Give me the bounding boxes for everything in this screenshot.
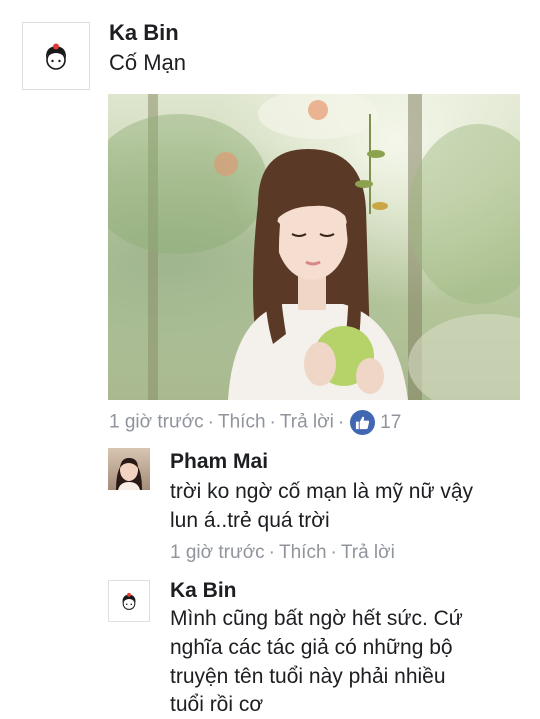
comment-author[interactable]: Ka Bin	[109, 20, 179, 46]
commenter-avatar[interactable]	[22, 22, 90, 90]
reply1-meta: 1 giờ trước · Thích · Trả lời	[170, 542, 395, 563]
reply1-author[interactable]: Pham Mai	[170, 450, 268, 474]
reply2-text-line2: nghĩa các tác giả có những bộ	[170, 636, 453, 659]
reply-avatar-pham-mai[interactable]	[108, 448, 150, 490]
reaction-count[interactable]: 17	[380, 412, 401, 433]
comment-text: Cố Mạn	[109, 50, 187, 75]
reply1-time[interactable]: 1 giờ trước	[170, 542, 265, 563]
comment-photo[interactable]	[108, 94, 520, 400]
comment-meta: 1 giờ trước · Thích · Trả lời · 17	[109, 408, 401, 437]
thumbs-up-icon	[356, 416, 370, 430]
reply2-author[interactable]: Ka Bin	[170, 579, 237, 603]
comment-time[interactable]: 1 giờ trước	[109, 412, 204, 433]
reply1-reply-button[interactable]: Trả lời	[341, 542, 395, 563]
reply-avatar-ka-bin[interactable]	[108, 580, 150, 622]
reply2-text-line3: truyện tên tuổi này phải nhiều	[170, 665, 446, 688]
reply1-text-line2: lun á..trẻ quá trời	[170, 509, 330, 532]
reply2-text-line1: Mình cũng bất ngờ hết sức. Cứ	[170, 607, 463, 630]
cartoon-avatar-icon	[122, 592, 136, 610]
comment-reply-button[interactable]: Trả lời	[280, 412, 334, 433]
reply2-text-line4: tuổi rồi cơ	[170, 693, 264, 716]
photo-illustration	[108, 94, 520, 400]
reply1-like-button[interactable]: Thích	[279, 542, 327, 563]
profile-photo-icon	[116, 458, 142, 490]
reaction-badge[interactable]	[348, 408, 378, 437]
reply1-text-line1: trời ko ngờ cố mạn là mỹ nữ vậy	[170, 480, 474, 503]
cartoon-avatar-icon	[45, 43, 67, 70]
comment-like-button[interactable]: Thích	[218, 412, 266, 433]
